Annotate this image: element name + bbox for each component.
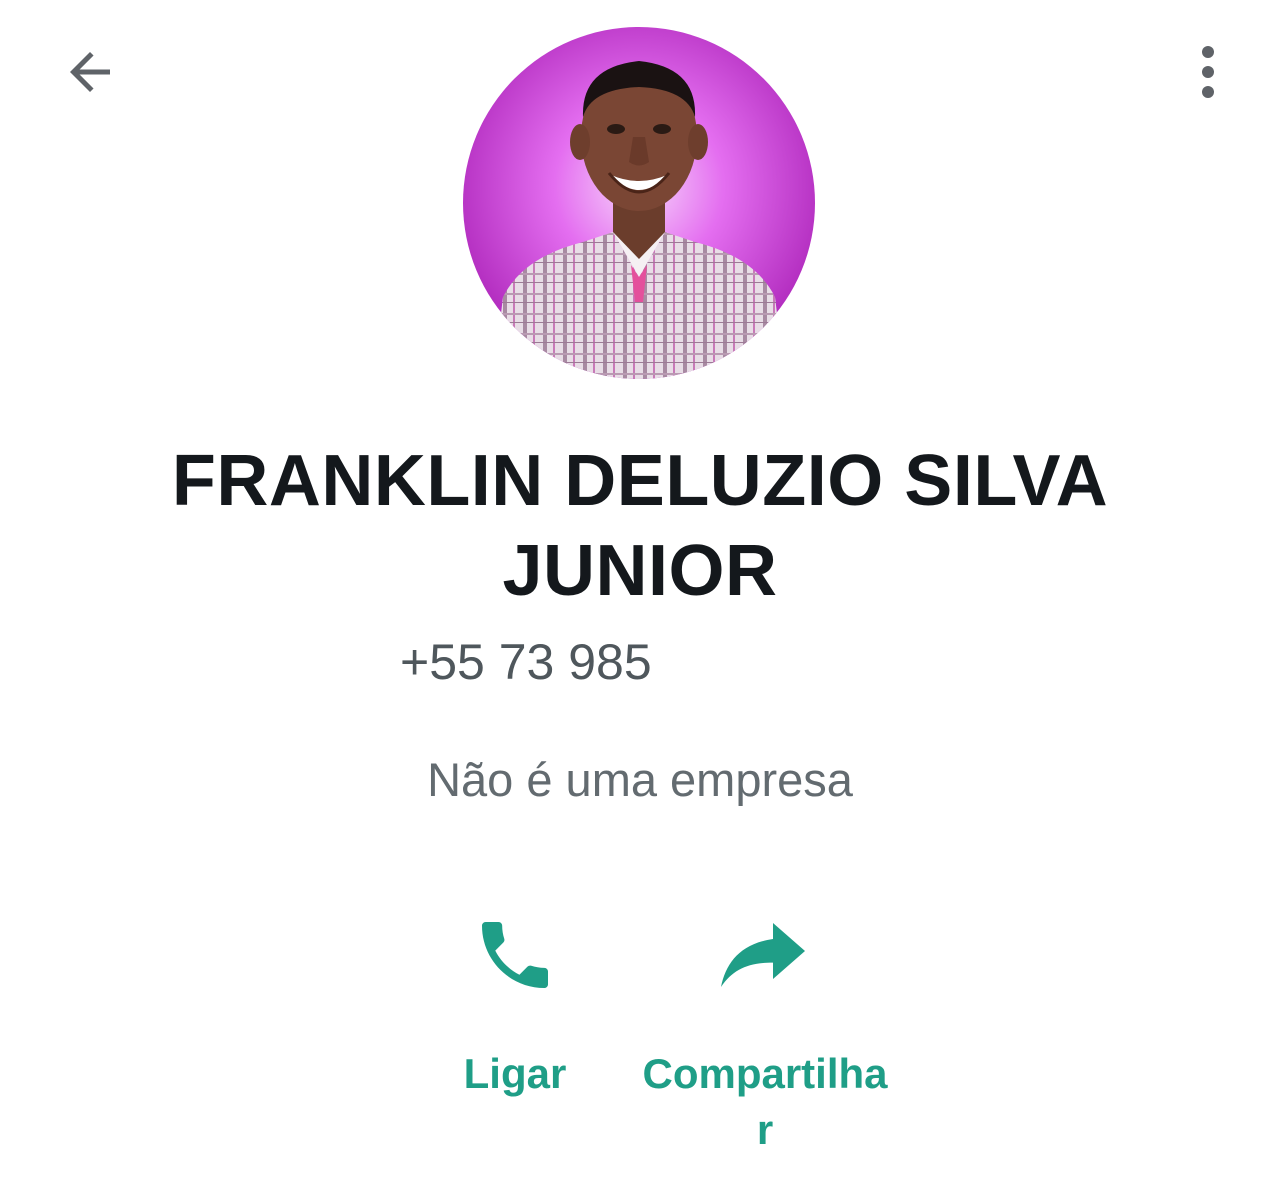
contact-name: FRANKLIN DELUZIO SILVA JUNIOR — [171, 441, 1109, 611]
call-label: Ligar — [463, 1050, 567, 1097]
arrow-left-icon — [70, 52, 110, 92]
profile-photo[interactable] — [463, 27, 815, 379]
business-status-text: Não é uma empresa — [427, 753, 853, 806]
more-vert-icon — [1202, 46, 1214, 98]
call-button[interactable]: Ligar — [440, 900, 590, 1102]
phone-icon — [482, 922, 548, 988]
phone-number: +55 73 985 — [400, 634, 652, 690]
share-label: Compartilhar — [642, 1050, 888, 1153]
share-button[interactable]: Compartilhar — [630, 900, 900, 1158]
share-arrow-icon — [721, 923, 805, 987]
more-options-button[interactable] — [1172, 30, 1244, 114]
back-button[interactable] — [48, 30, 132, 114]
